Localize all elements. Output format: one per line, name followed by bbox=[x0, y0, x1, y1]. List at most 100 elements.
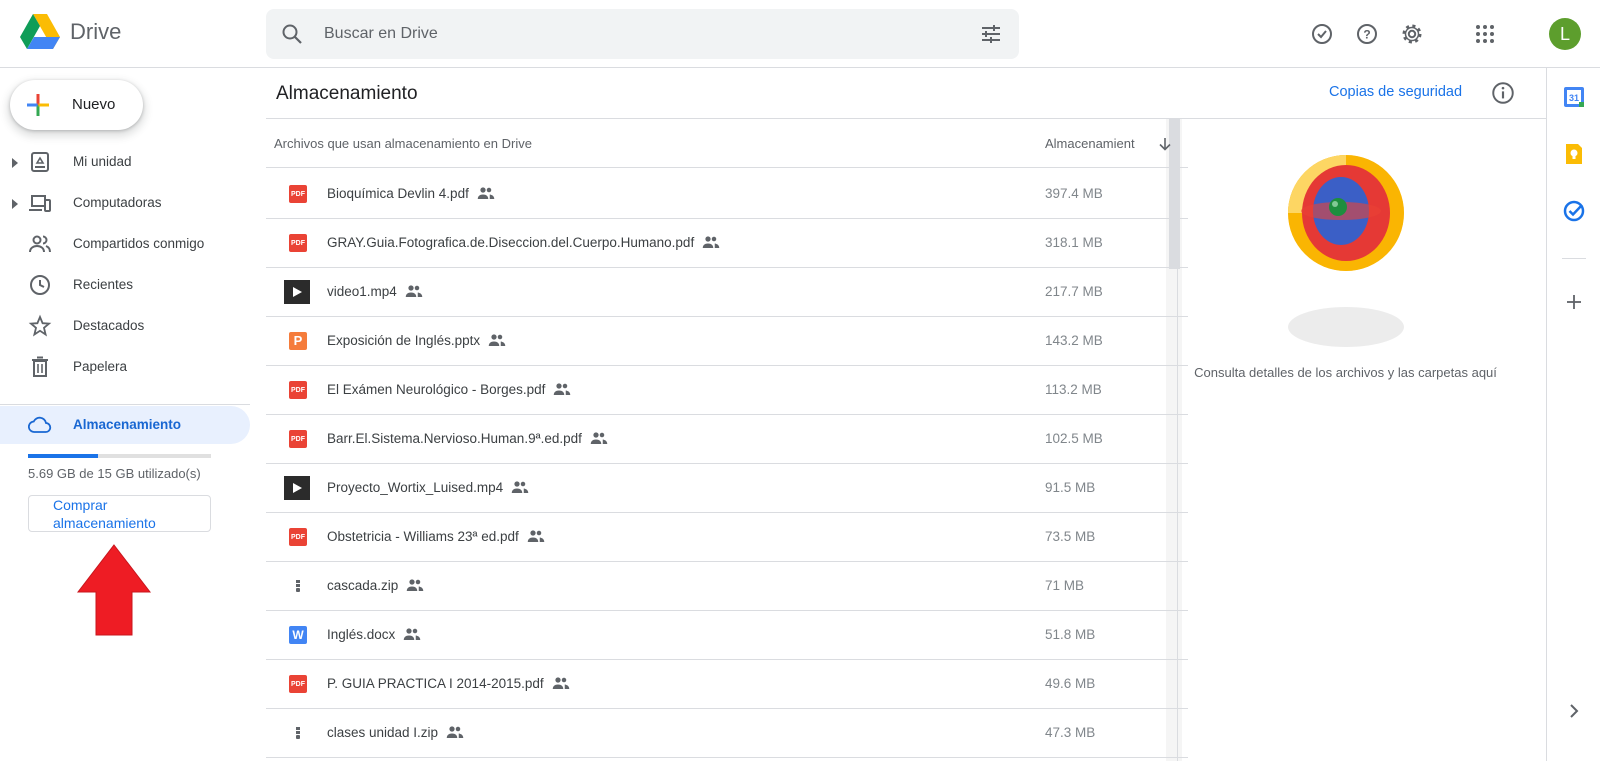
sidebar-item-shared[interactable]: Compartidos conmigo bbox=[0, 225, 250, 263]
tasks-icon[interactable] bbox=[1562, 199, 1586, 223]
buy-storage-button[interactable]: Comprar almacenamiento bbox=[28, 495, 211, 532]
file-name-text: P. GUIA PRACTICA I 2014-2015.pdf bbox=[327, 676, 544, 692]
top-bar: Drive Buscar en Drive ? L bbox=[0, 0, 1600, 68]
expand-caret-icon[interactable] bbox=[12, 158, 18, 168]
file-name: Inglés.docx bbox=[327, 627, 421, 644]
file-size: 91.5 MB bbox=[1045, 480, 1096, 495]
my-drive-icon bbox=[31, 152, 49, 172]
side-panel-rail: 31 bbox=[1546, 68, 1600, 761]
help-button[interactable]: ? bbox=[1347, 14, 1387, 54]
file-name: Barr.El.Sistema.Nervioso.Human.9ª.ed.pdf bbox=[327, 431, 608, 448]
apps-icon bbox=[1476, 25, 1494, 43]
apps-button[interactable] bbox=[1465, 14, 1505, 54]
search-icon[interactable] bbox=[280, 22, 304, 46]
cloud-icon bbox=[28, 416, 52, 433]
shared-people-icon bbox=[511, 480, 529, 497]
trash-icon bbox=[32, 356, 48, 377]
storage-quota-bar bbox=[28, 454, 211, 458]
file-size: 71 MB bbox=[1045, 578, 1085, 593]
file-size: 73.5 MB bbox=[1045, 529, 1096, 544]
file-name: cascada.zip bbox=[327, 578, 424, 595]
sidebar-item-recent[interactable]: Recientes bbox=[0, 266, 250, 304]
sidebar-item-label: Destacados bbox=[73, 318, 145, 333]
sidebar-item-computers[interactable]: Computadoras bbox=[0, 184, 250, 222]
file-name: Exposición de Inglés.pptx bbox=[327, 333, 506, 350]
plus-icon bbox=[27, 94, 49, 116]
pdf-file-icon: PDF bbox=[289, 675, 307, 693]
file-name: Obstetricia - Williams 23ª ed.pdf bbox=[327, 529, 545, 546]
table-row[interactable]: W Inglés.docx 51.8 MB bbox=[266, 610, 1188, 660]
table-row[interactable]: clases unidad I.zip 47.3 MB bbox=[266, 708, 1188, 758]
sidebar-item-starred[interactable]: Destacados bbox=[0, 307, 250, 345]
column-header-size[interactable]: Almacenamient bbox=[1045, 136, 1135, 151]
table-row[interactable]: PDF El Exámen Neurológico - Borges.pdf 113… bbox=[266, 365, 1188, 415]
sidebar-divider bbox=[0, 404, 250, 405]
settings-button[interactable] bbox=[1392, 14, 1432, 54]
table-row[interactable]: P Exposición de Inglés.pptx 143.2 MB bbox=[266, 316, 1188, 366]
storage-quota-text: 5.69 GB de 15 GB utilizado(s) bbox=[28, 466, 201, 481]
file-size: 113.2 MB bbox=[1045, 382, 1102, 397]
keep-icon[interactable] bbox=[1562, 142, 1586, 166]
search-options-icon[interactable] bbox=[979, 22, 1003, 46]
expand-caret-icon[interactable] bbox=[12, 199, 18, 209]
file-name: El Exámen Neurológico - Borges.pdf bbox=[327, 382, 571, 399]
pdf-file-icon: PDF bbox=[289, 234, 307, 252]
zip-file-icon bbox=[288, 723, 308, 743]
sidebar-item-label: Almacenamiento bbox=[73, 417, 182, 432]
chevron-right-icon[interactable] bbox=[1562, 699, 1586, 723]
shared-people-icon bbox=[488, 333, 506, 350]
file-name-text: Obstetricia - Williams 23ª ed.pdf bbox=[327, 529, 519, 545]
table-row[interactable]: PDF P. GUIA PRACTICA I 2014-2015.pdf 49.6 … bbox=[266, 659, 1188, 709]
search-bar[interactable] bbox=[266, 9, 1019, 59]
file-name-text: clases unidad I.zip bbox=[327, 725, 439, 741]
main-content: Almacenamiento Copias de seguridad Archi… bbox=[266, 68, 1546, 761]
table-row[interactable]: video1.mp4 217.7 MB bbox=[266, 267, 1188, 317]
avatar[interactable]: L bbox=[1549, 18, 1581, 50]
table-row[interactable]: PDF Bioquímica Devlin 4.pdf 397.4 MB bbox=[266, 169, 1188, 219]
sort-arrow-down-icon[interactable] bbox=[1158, 137, 1172, 151]
shared-people-icon bbox=[446, 725, 464, 742]
file-name: video1.mp4 bbox=[327, 284, 423, 301]
file-name: clases unidad I.zip bbox=[327, 725, 464, 742]
sidebar: Nuevo Mi unidad Computadoras Compartidos… bbox=[0, 68, 256, 761]
pdf-file-icon: PDF bbox=[289, 430, 307, 448]
ready-offline-button[interactable] bbox=[1302, 14, 1342, 54]
info-icon[interactable] bbox=[1490, 80, 1516, 106]
search-input[interactable] bbox=[324, 9, 924, 59]
drive-logo-icon bbox=[20, 14, 60, 49]
details-empty-text: Consulta detalles de los archivos y las … bbox=[1194, 365, 1497, 380]
column-header-name: Archivos que usan almacenamiento en Driv… bbox=[274, 136, 532, 151]
sidebar-item-trash[interactable]: Papelera bbox=[0, 348, 250, 386]
drive-logo[interactable]: Drive bbox=[20, 14, 121, 50]
sidebar-item-storage[interactable]: Almacenamiento bbox=[0, 406, 250, 444]
ready-offline-icon bbox=[1312, 24, 1332, 44]
calendar-icon[interactable]: 31 bbox=[1562, 85, 1586, 109]
file-name-text: Barr.El.Sistema.Nervioso.Human.9ª.ed.pdf bbox=[327, 431, 582, 447]
shared-people-icon bbox=[702, 235, 720, 252]
shared-people-icon bbox=[406, 578, 424, 595]
zip-file-icon bbox=[288, 576, 308, 596]
file-name-text: Exposición de Inglés.pptx bbox=[327, 333, 481, 349]
table-row[interactable]: Proyecto_Wortix_Luised.mp4 91.5 MB bbox=[266, 463, 1188, 513]
video-thumbnail-icon bbox=[284, 476, 310, 500]
star-icon bbox=[28, 314, 52, 337]
file-name: Proyecto_Wortix_Luised.mp4 bbox=[327, 480, 529, 497]
clock-icon bbox=[30, 275, 50, 295]
new-button[interactable]: Nuevo bbox=[10, 80, 143, 130]
app-name: Drive bbox=[70, 19, 122, 44]
backups-link[interactable]: Copias de seguridad bbox=[1329, 84, 1462, 100]
computers-icon bbox=[29, 195, 51, 212]
sidebar-item-label: Mi unidad bbox=[73, 154, 132, 169]
shared-people-icon bbox=[553, 382, 571, 399]
table-row[interactable]: PDF Barr.El.Sistema.Nervioso.Human.9ª.ed.… bbox=[266, 414, 1188, 464]
file-size: 217.7 MB bbox=[1045, 284, 1103, 299]
add-addon-icon[interactable] bbox=[1562, 290, 1586, 314]
new-button-label: Nuevo bbox=[72, 96, 116, 113]
pdf-file-icon: PDF bbox=[289, 185, 307, 203]
table-row[interactable]: PDF Obstetricia - Williams 23ª ed.pdf 73.5… bbox=[266, 512, 1188, 562]
file-name-text: cascada.zip bbox=[327, 578, 399, 594]
table-row[interactable]: PDF GRAY.Guia.Fotografica.de.Diseccion.de… bbox=[266, 218, 1188, 268]
sidebar-item-label: Papelera bbox=[73, 359, 128, 374]
sidebar-item-my-drive[interactable]: Mi unidad bbox=[0, 143, 250, 181]
table-row[interactable]: cascada.zip 71 MB bbox=[266, 561, 1188, 611]
